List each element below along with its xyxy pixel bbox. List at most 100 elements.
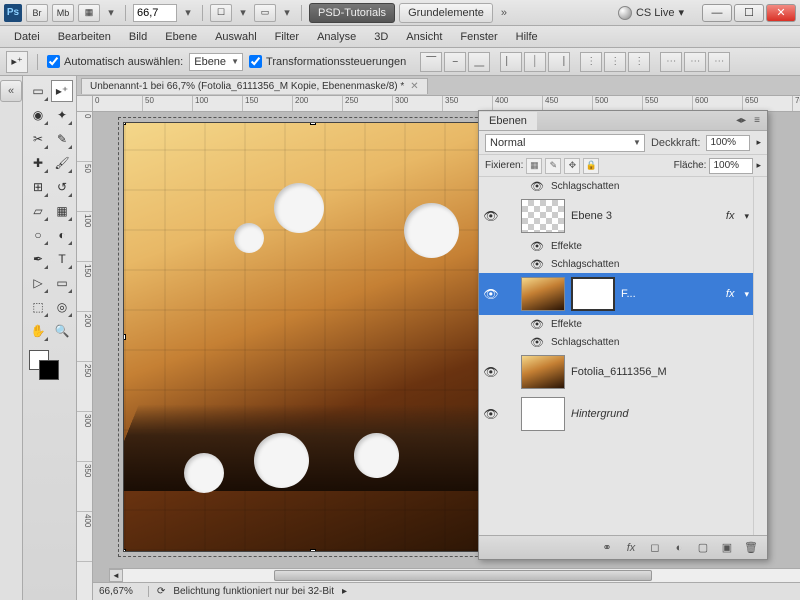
menu-3d[interactable]: 3D [366,29,396,45]
panel-collapse-icon[interactable]: ◂▸ [733,115,749,126]
marquee-tool[interactable]: ▭ [27,80,49,102]
add-fx-button[interactable]: fx [621,539,641,557]
layers-panel[interactable]: Ebenen ◂▸ ≡ Normal Deckkraft: 100% ▸ Fix… [478,110,768,560]
arrange-documents-button[interactable]: ☐ [210,4,232,22]
close-button[interactable]: ✕ [766,4,796,22]
new-adjustment-button[interactable]: ◐ [669,539,689,557]
eraser-tool[interactable]: ▱ [27,200,49,222]
document-tab-close-icon[interactable]: ✕ [410,81,418,92]
distribute-top-button[interactable]: ⋮ [580,52,602,72]
align-hcenter-button[interactable]: │ [524,52,546,72]
layer-thumbnail[interactable] [521,277,565,311]
crop-tool[interactable]: ✂ [27,128,49,150]
delete-layer-button[interactable]: 🗑 [741,539,761,557]
lock-transparent-button[interactable]: ▦ [526,158,542,174]
brush-tool[interactable]: 🖌 [51,152,73,174]
menu-layer[interactable]: Ebene [157,29,205,45]
transform-checkbox[interactable]: Transformationssteuerungen [249,55,406,68]
add-mask-button[interactable]: ◻ [645,539,665,557]
distribute-vcenter-button[interactable]: ⋮ [604,52,626,72]
3d-camera-tool[interactable]: ◎ [51,296,73,318]
auto-select-checkbox[interactable]: Automatisch auswählen: [47,55,183,68]
view-extras-button[interactable]: ▦ [78,4,100,22]
scroll-h-thumb[interactable] [274,570,652,581]
blend-mode-dropdown[interactable]: Normal [485,134,645,152]
pen-tool[interactable]: ✒ [27,248,49,270]
layer-row[interactable]: 👁 Hintergrund [479,393,753,435]
layer-visibility-toggle[interactable]: 👁 [483,407,499,421]
effect-visibility-toggle[interactable]: 👁 [529,258,545,271]
distribute-hcenter-button[interactable]: ⋯ [684,52,706,72]
opacity-slider-icon[interactable]: ▸ [756,137,761,148]
menu-select[interactable]: Auswahl [207,29,265,45]
history-brush-tool[interactable]: ↺ [51,176,73,198]
screenmode-dropdown-icon[interactable]: ▾ [280,4,294,22]
type-tool[interactable]: T [51,248,73,270]
transform-check[interactable] [249,55,262,68]
lasso-tool[interactable]: ◉ [27,104,49,126]
layer-fx-badge[interactable]: fx [726,210,739,222]
move-tool[interactable]: ▸⁺ [51,80,73,102]
effect-visibility-toggle[interactable]: 👁 [529,240,545,253]
layers-scrollbar[interactable] [753,177,767,535]
path-select-tool[interactable]: ▷ [27,272,49,294]
effect-visibility-toggle[interactable]: 👁 [529,180,545,193]
layer-fx-badge[interactable]: fx [726,288,739,300]
fx-toggle-icon[interactable]: ▾ [744,289,749,300]
align-right-button[interactable]: ⎹ [548,52,570,72]
auto-select-dropdown[interactable]: Ebene [189,53,243,71]
lock-image-button[interactable]: ✎ [545,158,561,174]
align-bottom-button[interactable]: ⎽ [468,52,490,72]
effect-visibility-toggle[interactable]: 👁 [529,336,545,349]
layer-visibility-toggle[interactable]: 👁 [483,287,499,301]
panel-menu-icon[interactable]: ≡ [751,115,763,126]
menu-file[interactable]: Datei [6,29,48,45]
layer-name[interactable]: Fotolia_6111356_M [571,366,749,378]
layer-thumbnail[interactable] [521,355,565,389]
screen-mode-button[interactable]: ▭ [254,4,276,22]
menu-help[interactable]: Hilfe [508,29,546,45]
bridge-button[interactable]: Br [26,4,48,22]
arrange-dropdown-icon[interactable]: ▾ [236,4,250,22]
menu-edit[interactable]: Bearbeiten [50,29,119,45]
document-image[interactable] [123,122,503,552]
layers-tab[interactable]: Ebenen [479,112,537,130]
layer-visibility-toggle[interactable]: 👁 [483,365,499,379]
align-left-button[interactable]: ⎸ [500,52,522,72]
workspace-more-icon[interactable]: » [497,4,511,22]
zoom-tool[interactable]: 🔍 [51,320,73,342]
distribute-left-button[interactable]: ⋯ [660,52,682,72]
auto-select-check[interactable] [47,55,60,68]
dock-collapse-icon[interactable]: « [0,80,22,102]
background-color[interactable] [39,360,59,380]
layer-thumbnail[interactable] [521,397,565,431]
fill-input[interactable]: 100% [709,158,753,174]
fx-toggle-icon[interactable]: ▾ [744,211,749,222]
layer-name[interactable]: Ebene 3 [571,210,720,222]
layer-thumbnail[interactable] [521,199,565,233]
gradient-tool[interactable]: ▦ [51,200,73,222]
layer-mask-thumbnail[interactable] [571,277,615,311]
distribute-bottom-button[interactable]: ⋮ [628,52,650,72]
ruler-vertical[interactable]: 050 100150 200250 300350 400 [77,112,93,600]
workspace-tab-basic[interactable]: Grundelemente [399,3,493,23]
stamp-tool[interactable]: ⊞ [27,176,49,198]
cs-live-button[interactable]: CS Live ▾ [610,6,692,20]
zoom-dropdown-icon[interactable]: ▾ [181,4,195,22]
lock-all-button[interactable]: 🔒 [583,158,599,174]
3d-tool[interactable]: ⬚ [27,296,49,318]
healing-tool[interactable]: ✚ [27,152,49,174]
magic-wand-tool[interactable]: ✦ [51,104,73,126]
maximize-button[interactable]: ☐ [734,4,764,22]
hand-tool[interactable]: ✋ [27,320,49,342]
align-vcenter-button[interactable]: ⎯ [444,52,466,72]
layer-visibility-toggle[interactable]: 👁 [483,209,499,223]
layer-row[interactable]: 👁 Fotolia_6111356_M [479,351,753,393]
scrollbar-horizontal[interactable]: ◄ ► [109,568,800,582]
menu-filter[interactable]: Filter [267,29,307,45]
fill-slider-icon[interactable]: ▸ [756,160,761,171]
minimize-button[interactable]: — [702,4,732,22]
layer-row[interactable]: 👁 Ebene 3 fx ▾ [479,195,753,237]
document-tab[interactable]: Unbenannt-1 bei 66,7% (Fotolia_6111356_M… [81,78,428,94]
dropdown-arrow-icon[interactable]: ▾ [104,4,118,22]
